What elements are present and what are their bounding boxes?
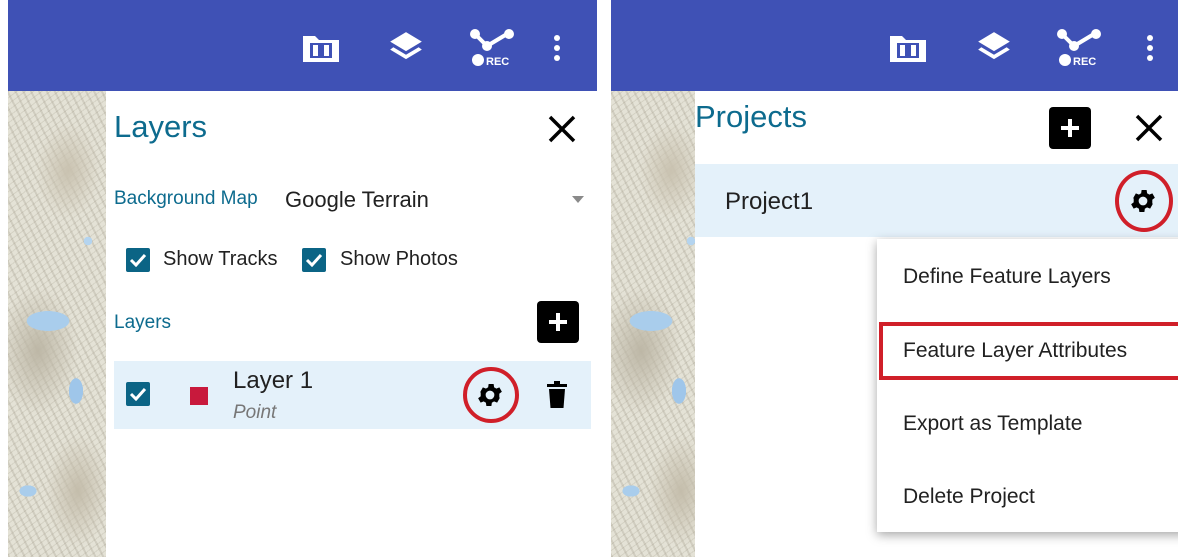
add-icon [1061,119,1079,137]
panel-title: Projects [695,99,807,134]
add-project-button[interactable] [1049,107,1091,149]
show-tracks-checkbox[interactable] [126,248,150,272]
rec-label: REC [486,56,509,68]
layer-geometry: Point [233,402,277,423]
show-photos-checkbox[interactable] [302,248,326,272]
highlight-ring [1115,170,1173,232]
chevron-down-icon[interactable] [572,196,584,203]
layer-color-swatch [190,387,208,405]
menu-item-delete-project[interactable]: Delete Project [877,467,1178,527]
show-photos-label: Show Photos [340,248,458,270]
menu-item-export-as-template[interactable]: Export as Template [877,394,1178,454]
map-background[interactable] [611,91,695,557]
folder-icon[interactable] [886,26,930,70]
delete-layer-button[interactable] [540,378,574,412]
layers-stack-icon[interactable] [384,26,428,70]
layer-visible-checkbox[interactable] [126,382,150,406]
app-bar: REC [8,0,597,91]
rec-label: REC [1073,56,1096,68]
project-row[interactable]: Project1 [695,164,1178,237]
record-track-icon[interactable]: REC [469,26,519,70]
trash-icon [547,381,567,408]
layers-stack-icon[interactable] [972,26,1016,70]
layers-section-label: Layers [114,312,172,333]
background-map-label: Background Map [114,188,258,209]
layer-row[interactable]: Layer 1 Point [114,361,591,429]
overflow-menu-icon[interactable] [1135,26,1165,70]
add-icon [549,313,567,331]
close-icon[interactable] [1127,106,1171,150]
project-context-menu: Define Feature Layers Feature Layer Attr… [877,239,1178,532]
folder-icon[interactable] [299,26,343,70]
projects-screen: REC Projects Project1 Define Feature Lay… [611,0,1178,557]
layer-name: Layer 1 [233,367,314,394]
panel-title: Layers [114,109,208,144]
add-layer-button[interactable] [537,301,579,343]
layers-screen: REC Layers Background Map Google Terrain… [8,0,597,557]
project-name: Project1 [725,188,814,215]
layers-panel: Layers Background Map Google Terrain Sho… [106,91,597,557]
close-icon[interactable] [540,107,584,151]
show-tracks-label: Show Tracks [163,248,278,270]
overflow-menu-icon[interactable] [542,26,572,70]
map-background[interactable] [8,91,106,557]
highlight-box [879,322,1178,380]
app-bar: REC [611,0,1178,91]
menu-item-define-feature-layers[interactable]: Define Feature Layers [877,247,1178,307]
highlight-ring [463,367,519,423]
record-track-icon[interactable]: REC [1056,26,1106,70]
background-map-select[interactable]: Google Terrain [285,187,429,213]
